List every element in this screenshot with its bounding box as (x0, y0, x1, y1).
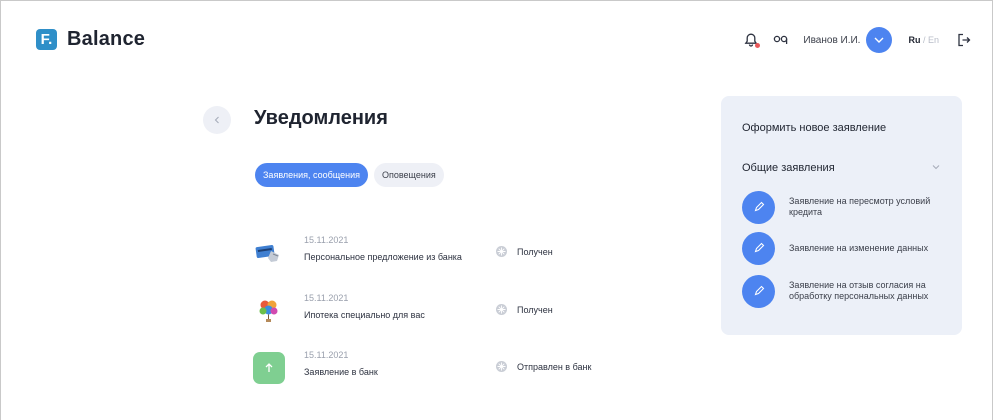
request-label: Заявление на изменение данных (789, 242, 929, 253)
tab-alerts[interactable]: Оповещения (373, 163, 444, 187)
credit-card-icon (253, 237, 285, 269)
top-bar: Иванов И.И. Ru / En (743, 26, 971, 54)
lang-ru[interactable]: Ru (908, 35, 920, 45)
notification-date: 15.11.2021 (304, 235, 349, 245)
lang-separator: / (920, 35, 928, 45)
pencil-icon (742, 190, 775, 224)
user-name[interactable]: Иванов И.И. (803, 35, 860, 46)
status-received-icon (496, 246, 507, 257)
notification-status: Получен (517, 304, 553, 315)
arrow-up-icon (253, 352, 285, 384)
request-item[interactable]: Заявление на пересмотр условий кредита (742, 190, 947, 224)
request-item[interactable]: Заявление на изменение данных (742, 231, 947, 265)
request-item[interactable]: Заявление на отзыв согласия на обработку… (742, 274, 947, 308)
balloons-icon (253, 295, 285, 327)
tab-applications[interactable]: Заявления, сообщения (255, 163, 368, 187)
key-icon[interactable] (773, 33, 789, 47)
language-switcher[interactable]: Ru / En (908, 35, 939, 45)
chevron-down-icon (874, 37, 884, 43)
logo-mark: F. (36, 29, 57, 50)
notification-date: 15.11.2021 (304, 293, 349, 303)
new-request-panel: Оформить новое заявление Общие заявления… (721, 96, 962, 335)
notification-item[interactable]: 15.11.2021 Ипотека специально для вас По… (253, 291, 633, 331)
back-button[interactable] (203, 106, 231, 134)
logo-text: Balance (67, 28, 146, 50)
notification-date: 15.11.2021 (304, 350, 349, 360)
notification-dot (755, 43, 761, 48)
status-received-icon (496, 304, 507, 315)
request-label: Заявление на отзыв согласия на обработку… (789, 280, 929, 301)
page-title: Уведомления (254, 107, 388, 129)
notification-item[interactable]: 15.11.2021 Персональное предложение из б… (253, 233, 633, 273)
bell-icon[interactable] (743, 32, 761, 48)
user-menu-button[interactable] (866, 27, 893, 53)
logout-icon[interactable] (957, 33, 971, 47)
status-sent-icon (496, 361, 507, 372)
logo[interactable]: F. Balance (36, 28, 145, 51)
lang-en[interactable]: En (928, 35, 939, 45)
panel-title: Оформить новое заявление (742, 122, 887, 134)
pencil-icon (742, 231, 775, 265)
notification-title: Заявление в банк (304, 367, 378, 377)
notification-title: Ипотека специально для вас (304, 310, 425, 320)
notification-status: Получен (517, 246, 553, 257)
pencil-icon (742, 274, 775, 308)
general-requests-toggle[interactable]: Общие заявления (742, 162, 835, 174)
notification-title: Персональное предложение из банка (304, 252, 462, 262)
request-label: Заявление на пересмотр условий кредита (789, 196, 931, 217)
chevron-left-icon (214, 116, 219, 124)
chevron-down-icon[interactable] (932, 164, 940, 170)
notification-item[interactable]: 15.11.2021 Заявление в банк Отправлен в … (253, 348, 633, 388)
tab-bar: Заявления, сообщения Оповещения (255, 163, 450, 187)
notification-status: Отправлен в банк (517, 361, 592, 372)
